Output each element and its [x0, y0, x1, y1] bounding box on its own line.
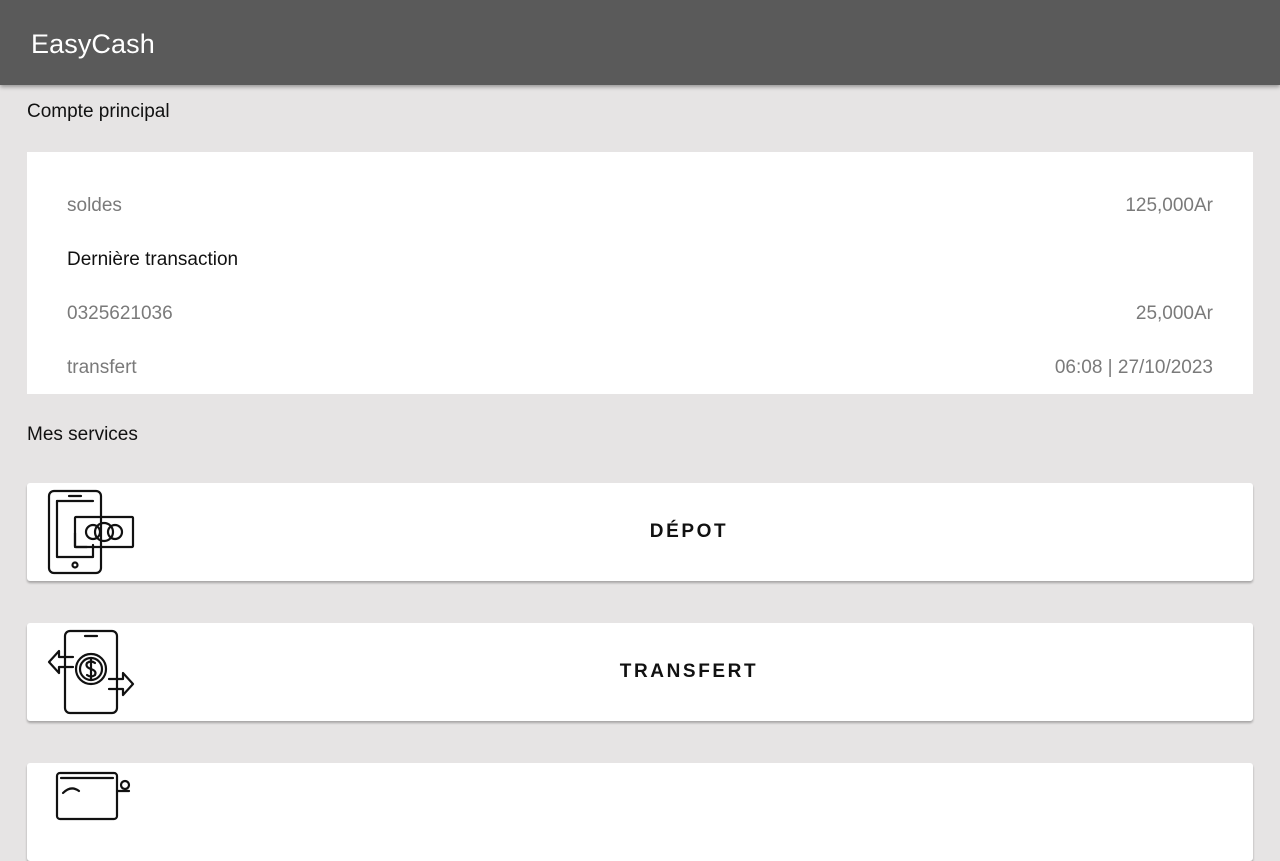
services-section-title: Mes services	[27, 424, 138, 445]
transfer-service-button[interactable]: TRANSFERT	[27, 623, 1253, 721]
balance-value: 125,000Ar	[1125, 195, 1213, 216]
app-bar: EasyCash	[0, 0, 1280, 85]
third-service-button[interactable]	[27, 763, 1253, 861]
balance-label: soldes	[67, 195, 122, 216]
wallet-card-icon	[55, 771, 131, 821]
last-transaction-row: 0325621036 25,000Ar	[67, 301, 1213, 327]
deposit-service-button[interactable]: DÉPOT	[27, 483, 1253, 581]
last-transaction-datetime: 06:08 | 27/10/2023	[1054, 357, 1213, 378]
transfer-service-label: TRANSFERT	[619, 661, 759, 682]
last-transaction-heading: Dernière transaction	[67, 249, 239, 270]
last-transaction-detail-row: transfert 06:08 | 27/10/2023	[67, 355, 1213, 381]
balance-row: soldes 125,000Ar	[67, 193, 1213, 219]
last-transaction-type: transfert	[67, 357, 137, 378]
app-title: EasyCash	[31, 29, 155, 59]
last-transaction-heading-row: Dernière transaction	[67, 247, 1213, 273]
last-transaction-number: 0325621036	[67, 303, 173, 324]
account-card: soldes 125,000Ar Dernière transaction 03…	[27, 152, 1253, 394]
deposit-service-label: DÉPOT	[649, 521, 729, 542]
account-section-title: Compte principal	[27, 101, 170, 122]
last-transaction-amount: 25,000Ar	[1135, 303, 1213, 324]
